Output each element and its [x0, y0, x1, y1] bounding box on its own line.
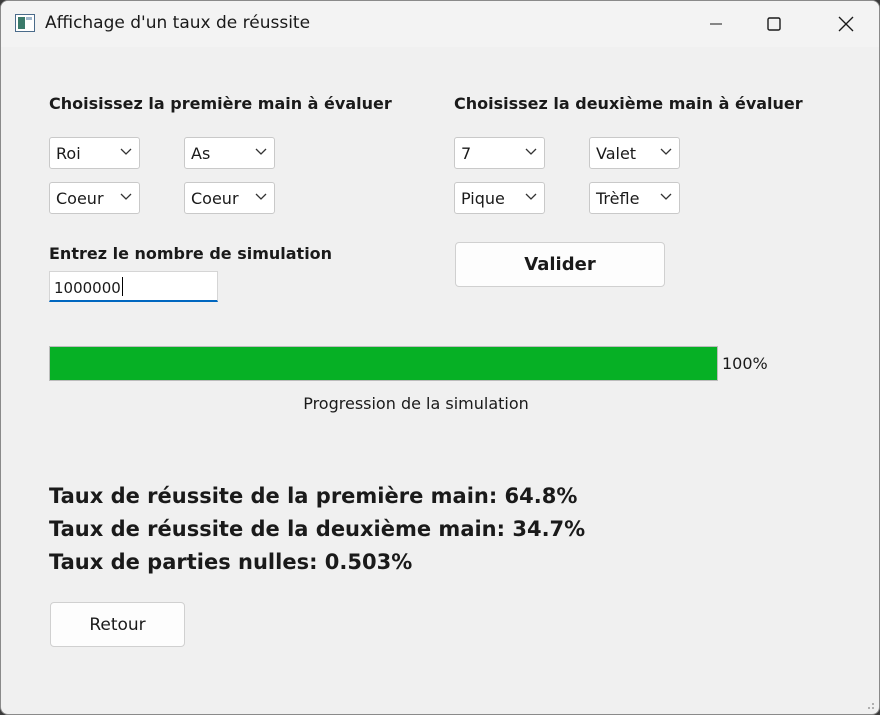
chevron-down-icon: [660, 193, 672, 200]
minimize-button[interactable]: [693, 1, 739, 47]
hand1-heading: Choisissez la première main à évaluer: [49, 94, 392, 113]
chevron-down-icon: [255, 148, 267, 155]
back-button[interactable]: Retour: [50, 602, 185, 647]
hand1-card1-rank-value: Roi: [56, 144, 81, 163]
hand2-card1-suit-select[interactable]: Pique: [454, 182, 545, 214]
hand2-card2-suit-select[interactable]: Trèfle: [589, 182, 680, 214]
app-window: Affichage d'un taux de réussite Choisiss…: [0, 0, 880, 715]
app-icon: [15, 14, 35, 32]
progress-bar-fill: [50, 347, 717, 380]
hand2-card1-rank-value: 7: [461, 144, 472, 163]
chevron-down-icon: [255, 193, 267, 200]
maximize-button[interactable]: [751, 1, 797, 47]
maximize-icon: [767, 17, 781, 31]
validate-button[interactable]: Valider: [455, 242, 665, 287]
hand1-card1-suit-value: Coeur: [56, 189, 104, 208]
simulation-count-input[interactable]: 1000000: [49, 271, 218, 302]
hand1-card2-suit-select[interactable]: Coeur: [184, 182, 275, 214]
simulation-count-label: Entrez le nombre de simulation: [49, 244, 333, 263]
hand1-card2-rank-select[interactable]: As: [184, 137, 275, 169]
close-icon: [838, 16, 854, 32]
hand2-card1-rank-select[interactable]: 7: [454, 137, 545, 169]
hand1-card2-suit-value: Coeur: [191, 189, 239, 208]
chevron-down-icon: [120, 148, 132, 155]
resize-grip-icon[interactable]: [865, 700, 875, 710]
chevron-down-icon: [525, 193, 537, 200]
hand1-card2-rank-value: As: [191, 144, 211, 163]
hand2-success-rate: Taux de réussite de la deuxième main: 34…: [49, 517, 586, 541]
hand1-success-rate: Taux de réussite de la première main: 64…: [49, 484, 578, 508]
progress-caption: Progression de la simulation: [303, 394, 529, 413]
hand2-heading: Choisissez la deuxième main à évaluer: [454, 94, 803, 113]
chevron-down-icon: [525, 148, 537, 155]
simulation-count-value: 1000000: [54, 279, 121, 297]
progress-percent: 100%: [722, 354, 768, 373]
hand2-card2-rank-select[interactable]: Valet: [589, 137, 680, 169]
hand1-card1-rank-select[interactable]: Roi: [49, 137, 140, 169]
chevron-down-icon: [660, 148, 672, 155]
hand2-card2-suit-value: Trèfle: [596, 189, 640, 208]
text-caret: [122, 277, 123, 296]
title-bar[interactable]: Affichage d'un taux de réussite: [1, 1, 879, 47]
close-button[interactable]: [823, 1, 869, 47]
draw-rate: Taux de parties nulles: 0.503%: [49, 550, 413, 574]
hand1-card1-suit-select[interactable]: Coeur: [49, 182, 140, 214]
minimize-icon: [710, 23, 722, 25]
chevron-down-icon: [120, 193, 132, 200]
window-title: Affichage d'un taux de réussite: [45, 13, 311, 33]
simulation-progress-bar: [49, 346, 718, 381]
hand2-card1-suit-value: Pique: [461, 189, 505, 208]
hand2-card2-rank-value: Valet: [596, 144, 637, 163]
